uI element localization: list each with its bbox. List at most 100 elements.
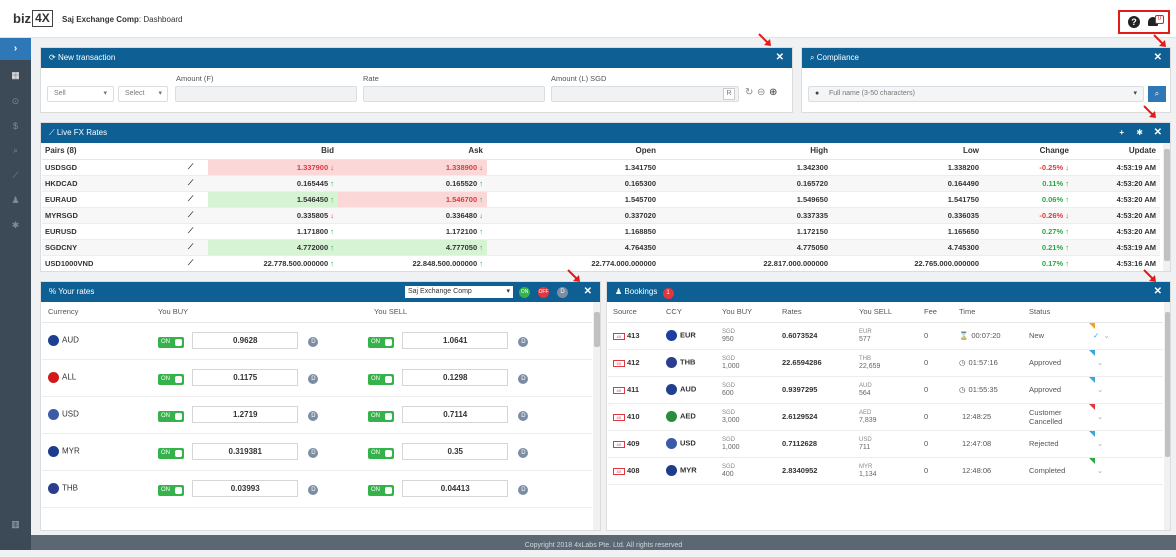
buy-rate-input[interactable]: 0.03993 xyxy=(192,480,299,497)
chart-icon[interactable]: ⟋ xyxy=(174,207,208,224)
col-change[interactable]: Change xyxy=(983,143,1073,160)
col-ask[interactable]: Ask xyxy=(338,143,487,160)
r-button[interactable]: R xyxy=(723,88,735,100)
col-time[interactable]: Time xyxy=(959,302,1029,323)
d-button[interactable]: D xyxy=(308,411,319,421)
d-button[interactable]: D xyxy=(518,485,529,495)
chart-icon[interactable]: ⟋ xyxy=(174,223,208,240)
buy-rate-input[interactable]: 0.319381 xyxy=(192,443,299,460)
col-bid[interactable]: Bid xyxy=(208,143,338,160)
booking-row[interactable]: 4X 413 EUR SGD 950 0.6073524 EUR 577 0 ⌛ 00:… xyxy=(608,322,1163,350)
all-d-button[interactable]: D xyxy=(557,287,568,298)
question-circle-icon[interactable]: ? xyxy=(1128,16,1140,28)
undo-icon[interactable]: ↻ xyxy=(745,87,753,98)
sell-rate-input[interactable]: 0.35 xyxy=(402,443,509,460)
fx-scrollbar[interactable] xyxy=(1163,143,1170,271)
buy-rate-input[interactable]: 1.2719 xyxy=(192,406,299,423)
fx-row[interactable]: USD1000VND ⟋ 22.778.500.000000 ↑ 22.848.… xyxy=(42,255,1160,271)
amount-l-input[interactable]: R xyxy=(551,86,739,102)
sell-toggle[interactable]: ON xyxy=(368,485,394,496)
d-button[interactable]: D xyxy=(518,448,529,458)
d-button[interactable]: D xyxy=(518,374,529,384)
col-rates[interactable]: Rates xyxy=(782,302,859,323)
sell-rate-input[interactable]: 0.7114 xyxy=(402,406,509,423)
chart-icon[interactable]: ⟋ xyxy=(9,169,22,182)
app-logo[interactable]: biz 4X xyxy=(13,9,53,28)
booking-row[interactable]: 4X 409 USD SGD 1,000 0.7112628 USD 711 0 12… xyxy=(608,430,1163,458)
dashboard-icon[interactable]: ▦ xyxy=(9,69,22,82)
fx-row[interactable]: MYRSGD ⟋ 0.335805 ↓ 0.336480 ↓ 0.337020 … xyxy=(42,207,1160,224)
col-you-sell[interactable]: You SELL xyxy=(859,302,924,323)
compliance-name-input[interactable]: ● Full name (3-50 characters) ▾ xyxy=(808,86,1144,102)
col-pairs[interactable]: Pairs (8) xyxy=(42,143,174,160)
sell-toggle[interactable]: ON xyxy=(368,374,394,385)
buy-toggle[interactable]: ON xyxy=(158,337,184,348)
col-source[interactable]: Source xyxy=(608,302,666,323)
fx-row[interactable]: EURUSD ⟋ 1.171800 ↑ 1.172100 ↑ 1.168850 … xyxy=(42,223,1160,240)
close-icon[interactable]: ✕ xyxy=(584,282,592,302)
sell-rate-input[interactable]: 0.1298 xyxy=(402,369,509,386)
rates-scrollbar[interactable] xyxy=(593,302,600,530)
col-fee[interactable]: Fee xyxy=(924,302,959,323)
booking-row[interactable]: 4X 411 AUD SGD 600 0.9397295 AUD 564 0 ◷ 01:… xyxy=(608,376,1163,404)
d-button[interactable]: D xyxy=(518,337,529,347)
col-status[interactable]: Status xyxy=(1029,302,1089,323)
gear-icon[interactable]: ✱ xyxy=(9,219,22,232)
building-icon[interactable]: ▥ xyxy=(9,518,22,531)
chart-icon[interactable]: ⟋ xyxy=(174,191,208,208)
search-icon[interactable]: ⌕ xyxy=(9,144,22,157)
col-open[interactable]: Open xyxy=(487,143,660,160)
col-high[interactable]: High xyxy=(660,143,832,160)
buy-toggle[interactable]: ON xyxy=(158,485,184,496)
chart-icon[interactable]: ⟋ xyxy=(174,159,208,176)
all-off-button[interactable]: OFF xyxy=(538,287,549,298)
fx-row[interactable]: HKDCAD ⟋ 0.165445 ↑ 0.165520 ↑ 0.165300 … xyxy=(42,175,1160,192)
sell-toggle[interactable]: ON xyxy=(368,337,394,348)
buy-rate-input[interactable]: 0.9628 xyxy=(192,332,299,349)
chevron-down-icon[interactable]: ⌄ xyxy=(1097,439,1103,448)
gear-icon[interactable]: ✱ xyxy=(1136,123,1143,143)
close-icon[interactable]: ✕ xyxy=(776,48,784,68)
sell-rate-input[interactable]: 1.0641 xyxy=(402,332,509,349)
close-icon[interactable]: ✕ xyxy=(1154,123,1162,143)
side-select[interactable]: Sell ▾ xyxy=(47,86,114,102)
col-ccy[interactable]: CCY xyxy=(666,302,722,323)
close-icon[interactable]: ✕ xyxy=(1154,48,1162,68)
chart-icon[interactable]: ⟋ xyxy=(174,255,208,271)
all-on-button[interactable]: ON xyxy=(519,287,530,298)
sell-toggle[interactable]: ON xyxy=(368,411,394,422)
chevron-down-icon[interactable]: ⌄ xyxy=(1097,358,1103,367)
d-button[interactable]: D xyxy=(308,448,319,458)
booking-row[interactable]: 4X 412 THB SGD 1,000 22.6594286 THB 22,659 … xyxy=(608,349,1163,377)
d-button[interactable]: D xyxy=(518,411,529,421)
d-button[interactable]: D xyxy=(308,374,319,384)
buy-toggle[interactable]: ON xyxy=(158,448,184,459)
d-button[interactable]: D xyxy=(308,485,319,495)
chevron-down-icon[interactable]: ⌄ xyxy=(1103,331,1109,340)
booking-row[interactable]: 4X 410 AED SGD 3,000 2.6129524 AED 7,839 0 … xyxy=(608,403,1163,431)
add-icon[interactable]: + xyxy=(1119,123,1124,143)
buy-toggle[interactable]: ON xyxy=(158,374,184,385)
rate-input[interactable] xyxy=(363,86,545,102)
users-icon[interactable]: ♟ xyxy=(9,194,22,207)
amount-f-input[interactable] xyxy=(175,86,357,102)
chevron-down-icon[interactable]: ⌄ xyxy=(1097,385,1103,394)
fx-row[interactable]: USDSGD ⟋ 1.337900 ↓ 1.338900 ↓ 1.341750 … xyxy=(42,159,1160,176)
col-you-buy[interactable]: You BUY xyxy=(722,302,782,323)
chart-icon[interactable]: ⟋ xyxy=(174,175,208,192)
money-icon[interactable]: ⊙ xyxy=(9,95,22,108)
currency-select[interactable]: Select ▾ xyxy=(118,86,168,102)
sidebar-toggle-button[interactable]: › xyxy=(0,38,31,60)
fx-row[interactable]: EURAUD ⟋ 1.546450 ↑ 1.546700 ↑ 1.545700 … xyxy=(42,191,1160,208)
check-icon[interactable]: ✓ xyxy=(1093,331,1099,340)
bell-icon[interactable]: 0 xyxy=(1148,15,1164,28)
buy-rate-input[interactable]: 0.1175 xyxy=(192,369,299,386)
chevron-down-icon[interactable]: ⌄ xyxy=(1097,412,1103,421)
compliance-search-button[interactable]: ⌕ xyxy=(1148,86,1166,102)
close-icon[interactable]: ✕ xyxy=(1154,282,1162,302)
bookings-scrollbar[interactable] xyxy=(1164,302,1170,530)
minus-circle-icon[interactable]: ⊖ xyxy=(757,87,765,98)
buy-toggle[interactable]: ON xyxy=(158,411,184,422)
booking-row[interactable]: 4X 408 MYR SGD 400 2.8340952 MYR 1,134 0 12… xyxy=(608,457,1163,485)
dollar-icon[interactable]: $ xyxy=(9,120,22,133)
